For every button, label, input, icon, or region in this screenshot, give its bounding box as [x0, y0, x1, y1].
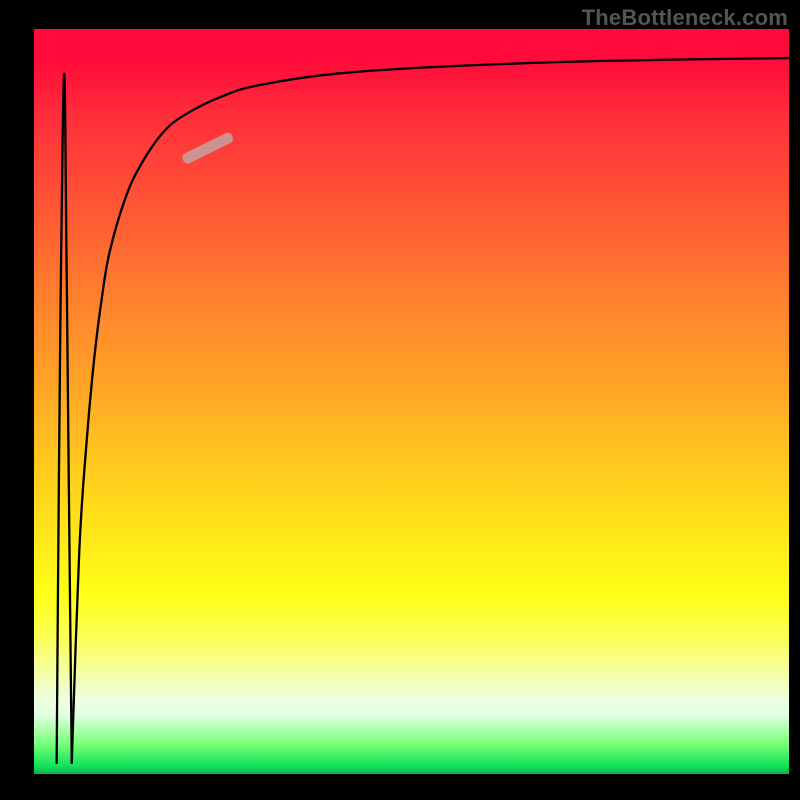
plot-svg [34, 29, 789, 774]
bottleneck-curve-main [72, 58, 789, 763]
curve-marker [181, 131, 235, 165]
chart-container: TheBottleneck.com [0, 0, 800, 800]
bottleneck-curve-spike [57, 74, 72, 763]
plot-area [34, 29, 789, 774]
watermark-text: TheBottleneck.com [582, 5, 788, 31]
